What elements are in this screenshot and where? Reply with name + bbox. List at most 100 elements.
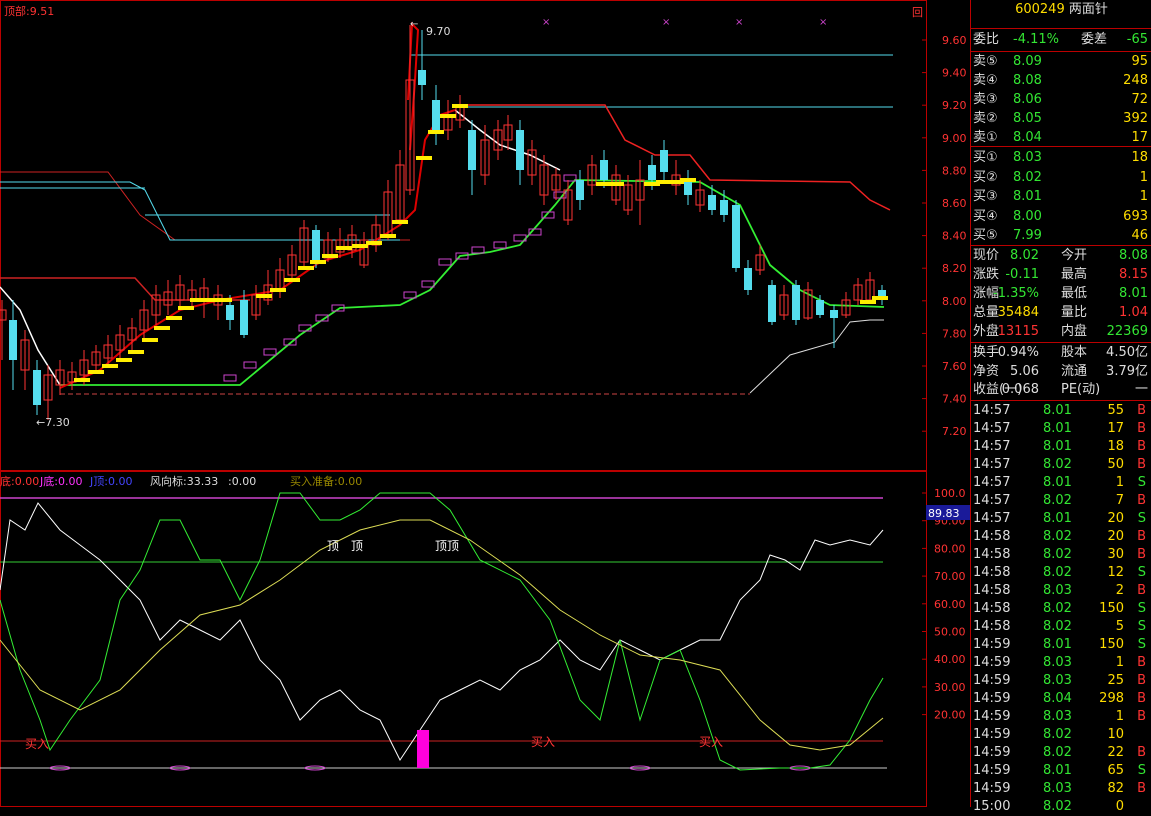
candle-body-down <box>816 300 824 315</box>
bid-label: 买⑤ <box>973 228 998 243</box>
tick-row[interactable]: 14:57 8.01 20 S <box>971 510 1151 528</box>
tick-volume: 7 <box>1115 493 1124 508</box>
price-tick-label: 7.20 <box>942 425 967 438</box>
tick-time: 14:58 <box>973 547 1011 562</box>
indicator-legend: 底:0.00 J底:0.00 J顶:0.00 风向标:33.33 :0.00 买… <box>0 474 362 488</box>
ma-yellow-dash <box>392 220 408 224</box>
price-tick-label: 9.00 <box>942 132 967 145</box>
price-tick-label: 7.80 <box>942 327 967 340</box>
tick-row[interactable]: 14:57 8.01 1 S <box>971 474 1151 492</box>
divider <box>971 51 1151 52</box>
stat-value: 8.15 <box>1119 267 1148 282</box>
tick-row[interactable]: 14:59 8.02 22 B <box>971 744 1151 762</box>
weibi-row: 委比 -4.11% 委差 -65 <box>971 31 1151 49</box>
legend-buy-ready: 买入准备:0.00 <box>290 474 362 488</box>
tick-time: 14:59 <box>973 709 1011 724</box>
price-tick-label: 8.20 <box>942 262 967 275</box>
tick-row[interactable]: 14:58 8.02 12 S <box>971 564 1151 582</box>
tick-row[interactable]: 14:58 8.02 150 S <box>971 600 1151 618</box>
buy-signal-bar <box>417 730 429 768</box>
price-tick-label: 8.80 <box>942 164 967 177</box>
tick-side: S <box>1137 475 1146 490</box>
legend-j-di: J底:0.00 <box>39 474 82 488</box>
tick-time: 14:58 <box>973 529 1011 544</box>
ma-yellow-dash <box>336 246 352 250</box>
price-tick-label: 8.60 <box>942 197 967 210</box>
price-tick-label: 9.20 <box>942 99 967 112</box>
tick-row[interactable]: 14:58 8.02 30 B <box>971 546 1151 564</box>
tick-row[interactable]: 14:59 8.01 150 S <box>971 636 1151 654</box>
tick-row[interactable]: 14:59 8.03 25 B <box>971 672 1151 690</box>
ask-volume: 248 <box>1123 73 1148 88</box>
tick-time: 14:59 <box>973 691 1011 706</box>
tick-time: 14:57 <box>973 403 1011 418</box>
pane-toggle-button[interactable]: 回 <box>912 6 923 19</box>
bid-label: 买① <box>973 150 998 165</box>
fund-label: 流通 <box>1061 363 1088 379</box>
fund-value: 5.06 <box>1010 363 1039 379</box>
tick-row[interactable]: 14:59 8.03 1 B <box>971 654 1151 672</box>
indicator-tick-label: 70.00 <box>934 570 966 583</box>
stat-value: 8.08 <box>1119 248 1148 263</box>
tick-row[interactable]: 14:59 8.01 65 S <box>971 762 1151 780</box>
tick-row[interactable]: 14:57 8.02 7 B <box>971 492 1151 510</box>
candle-body-down <box>468 130 476 170</box>
candlesticks[interactable] <box>0 25 888 420</box>
ask-row: 卖① 8.04 17 <box>971 129 1151 147</box>
bid-price: 7.99 <box>1013 228 1042 243</box>
price-tick-label: 9.40 <box>942 67 967 80</box>
tick-price: 8.01 <box>1043 403 1072 418</box>
ma-yellow-dash <box>322 254 338 258</box>
tick-volume: 17 <box>1107 421 1124 436</box>
step-marker <box>438 258 452 266</box>
ma-yellow-dash <box>116 358 132 362</box>
tick-time: 14:57 <box>973 439 1011 454</box>
indicator-axis: 100.090.0080.0070.0060.0050.0040.0030.00… <box>922 487 966 722</box>
stat-value: 1.04 <box>1119 305 1148 320</box>
tick-row[interactable]: 14:58 8.02 5 S <box>971 618 1151 636</box>
weibi-label: 委比 <box>973 32 1000 47</box>
tick-row[interactable]: 14:59 8.03 82 B <box>971 780 1151 798</box>
tick-row[interactable]: 14:59 8.03 1 B <box>971 708 1151 726</box>
ma-yellow-dash <box>428 130 444 134</box>
tick-price: 8.02 <box>1043 745 1072 760</box>
tick-time: 14:59 <box>973 673 1011 688</box>
indicator-lines <box>0 492 887 771</box>
tick-row[interactable]: 14:59 8.02 10 <box>971 726 1151 744</box>
tick-volume: 82 <box>1107 781 1124 796</box>
tick-row[interactable]: 14:58 8.02 20 B <box>971 528 1151 546</box>
candle-body-down <box>792 285 800 320</box>
bid-price: 8.02 <box>1013 169 1042 185</box>
bid-label: 买④ <box>973 208 998 224</box>
tick-row[interactable]: 14:57 8.01 18 B <box>971 438 1151 456</box>
top-annotation: 顶 <box>351 539 363 553</box>
tick-row[interactable]: 14:57 8.01 17 B <box>971 420 1151 438</box>
tick-row[interactable]: 14:57 8.01 55 B <box>971 402 1151 420</box>
ma-yellow-dash <box>142 338 158 342</box>
bid-label: 买② <box>973 169 998 185</box>
tick-time: 14:58 <box>973 565 1011 580</box>
step-marker <box>471 246 485 254</box>
kline-chart-area[interactable]: 9.60 9.40 9.20 9.00 8.80 8.60 8.40 8.20 8.00 7.80… <box>0 0 970 807</box>
ma-yellow-dash <box>366 241 382 245</box>
tick-row[interactable]: 15:00 8.02 0 <box>971 798 1151 816</box>
tick-row[interactable]: 14:57 8.02 50 B <box>971 456 1151 474</box>
ma-yellow-dash <box>416 156 432 160</box>
legend-j-ding: J顶:0.00 <box>89 475 132 488</box>
tick-volume: 25 <box>1107 673 1124 688</box>
chart-canvas[interactable]: 9.60 9.40 9.20 9.00 8.80 8.60 8.40 8.20 8.00 7.80… <box>0 0 970 807</box>
candle-body-down <box>648 165 656 180</box>
tick-volume: 1 <box>1115 475 1124 490</box>
tick-volume: 20 <box>1107 511 1124 526</box>
tick-row[interactable]: 14:58 8.03 2 B <box>971 582 1151 600</box>
bid-volume: 18 <box>1131 150 1148 165</box>
tick-row[interactable]: 14:59 8.04 298 B <box>971 690 1151 708</box>
high-price-label: 9.70 <box>426 25 451 38</box>
tick-price: 8.02 <box>1043 529 1072 544</box>
candle-body-down <box>9 320 17 360</box>
tick-price: 8.03 <box>1043 709 1072 724</box>
candle-body-down <box>744 268 752 290</box>
candle-body-down <box>418 70 426 85</box>
tick-volume: 5 <box>1115 619 1124 634</box>
tick-side: B <box>1137 421 1146 436</box>
